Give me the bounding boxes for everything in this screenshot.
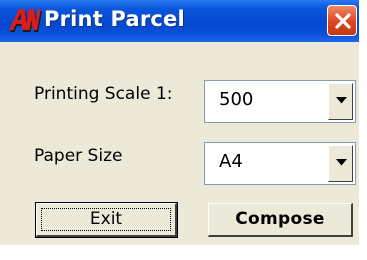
app-logo-icon [9,9,42,32]
exit-button[interactable]: Exit [35,202,178,238]
title-bar[interactable]: Print Parcel [0,0,359,42]
exit-button-label: Exit [89,209,123,229]
chevron-down-icon [336,159,347,166]
printing-scale-value: 500 [219,89,254,110]
print-parcel-dialog: Print Parcel Printing Scale 1: 500 Paper… [0,0,359,245]
compose-button[interactable]: Compose [208,203,353,237]
printing-scale-label: Printing Scale 1: [34,84,173,104]
chevron-down-icon [336,97,347,104]
printing-scale-select[interactable]: 500 [204,80,356,123]
close-icon [335,13,351,29]
printing-scale-dropdown-button[interactable] [328,83,353,120]
paper-size-select[interactable]: A4 [204,142,356,185]
compose-button-label: Compose [235,209,325,229]
paper-size-label: Paper Size [34,146,123,166]
window-title: Print Parcel [44,7,185,31]
close-button[interactable] [327,5,357,36]
paper-size-dropdown-button[interactable] [328,145,353,182]
paper-size-value: A4 [219,151,243,172]
